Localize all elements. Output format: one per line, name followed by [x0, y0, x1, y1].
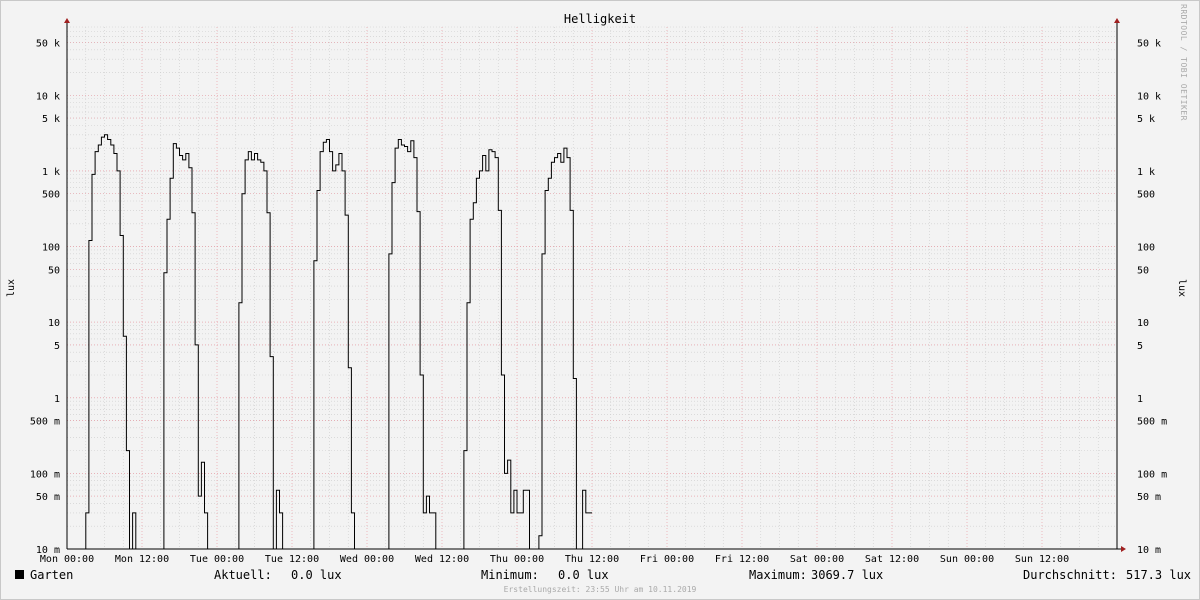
- x-tick-label: Thu 12:00: [565, 554, 619, 565]
- x-tick-label: Thu 00:00: [490, 554, 544, 565]
- x-axis-arrow: [1121, 546, 1126, 552]
- y-tick-label-right: 500: [1137, 190, 1155, 201]
- y-tick-label-left: 5 k: [42, 114, 60, 125]
- y-tick-label-left: 1: [54, 394, 60, 405]
- x-tick-label: Sat 12:00: [865, 554, 919, 565]
- x-tick-label: Mon 00:00: [40, 554, 94, 565]
- y-tick-label-left: 100 m: [30, 469, 60, 480]
- y-axis-arrow-right: [1114, 18, 1120, 23]
- y-tick-label-left: 5: [54, 341, 60, 352]
- legend-avg-value: 517.3 lux: [1126, 568, 1192, 582]
- y-tick-label-right: 5 k: [1137, 114, 1155, 125]
- x-tick-label: Tue 00:00: [190, 554, 244, 565]
- legend-series-name: Garten: [30, 568, 74, 582]
- legend-min-value: 0.0 lux: [558, 568, 609, 582]
- rrdtool-credit: RRDTOOL / TOBI OETIKER: [1179, 4, 1188, 121]
- y-tick-label-left: 1 k: [42, 167, 60, 178]
- x-tick-label: Tue 12:00: [265, 554, 319, 565]
- legend-current-value: 0.0 lux: [291, 568, 342, 582]
- legend-max-label: Maximum:: [749, 568, 807, 582]
- y-tick-label-right: 1 k: [1137, 167, 1155, 178]
- y-tick-label-left: 50 m: [36, 492, 60, 503]
- y-tick-label-left: 50 k: [36, 38, 60, 49]
- y-tick-label-right: 10: [1137, 318, 1149, 329]
- y-tick-label-right: 500 m: [1137, 417, 1167, 428]
- chart-title: Helligkeit: [564, 12, 636, 26]
- y-tick-label-right: 5: [1137, 341, 1143, 352]
- y-tick-label-right: 50 m: [1137, 492, 1161, 503]
- x-tick-label: Sun 12:00: [1015, 554, 1069, 565]
- legend-max-value: 3069.7 lux: [811, 568, 884, 582]
- y-tick-label-right: 100 m: [1137, 469, 1167, 480]
- y-tick-label-left: 500 m: [30, 417, 60, 428]
- y-tick-label-right: 100: [1137, 243, 1155, 254]
- x-tick-label: Fri 00:00: [640, 554, 694, 565]
- y-tick-label-right: 10 m: [1137, 545, 1161, 556]
- y-tick-label-right: 50 k: [1137, 38, 1161, 49]
- x-tick-label: Wed 00:00: [340, 554, 394, 565]
- legend-avg-label: Durchschnitt:: [1023, 568, 1117, 582]
- y-tick-label-right: 1: [1137, 394, 1143, 405]
- chart-svg: 10 m 10 m50 m 50 m100 m 100 m500 m 500 m1 15 5…: [6, 12, 1187, 565]
- x-tick-label: Mon 12:00: [115, 554, 169, 565]
- y-axis-label-left: lux: [6, 279, 17, 297]
- creation-timestamp: Erstellungszeit: 23:55 Uhr am 10.11.2019: [503, 585, 697, 594]
- legend-min-label: Minimum:: [481, 568, 539, 582]
- x-tick-label: Sun 00:00: [940, 554, 994, 565]
- y-tick-label-left: 500: [42, 190, 60, 201]
- x-tick-label: Fri 12:00: [715, 554, 769, 565]
- y-axis-arrow-left: [64, 18, 70, 23]
- legend-current-label: Aktuell:: [214, 568, 272, 582]
- y-tick-label-right: 10 k: [1137, 91, 1161, 102]
- y-tick-label-left: 100: [42, 243, 60, 254]
- x-tick-label: Sat 00:00: [790, 554, 844, 565]
- chart-grid: [67, 26, 1117, 550]
- y-axis-label-right: lux: [1176, 279, 1187, 297]
- y-tick-label-left: 50: [48, 265, 60, 276]
- legend-swatch: [15, 570, 24, 579]
- y-tick-label-right: 50: [1137, 265, 1149, 276]
- x-tick-label: Wed 12:00: [415, 554, 469, 565]
- y-tick-label-left: 10 k: [36, 91, 60, 102]
- chart-ticks: 10 m 10 m50 m 50 m100 m 100 m500 m 500 m1 15 5…: [30, 38, 1167, 565]
- y-tick-label-left: 10: [48, 318, 60, 329]
